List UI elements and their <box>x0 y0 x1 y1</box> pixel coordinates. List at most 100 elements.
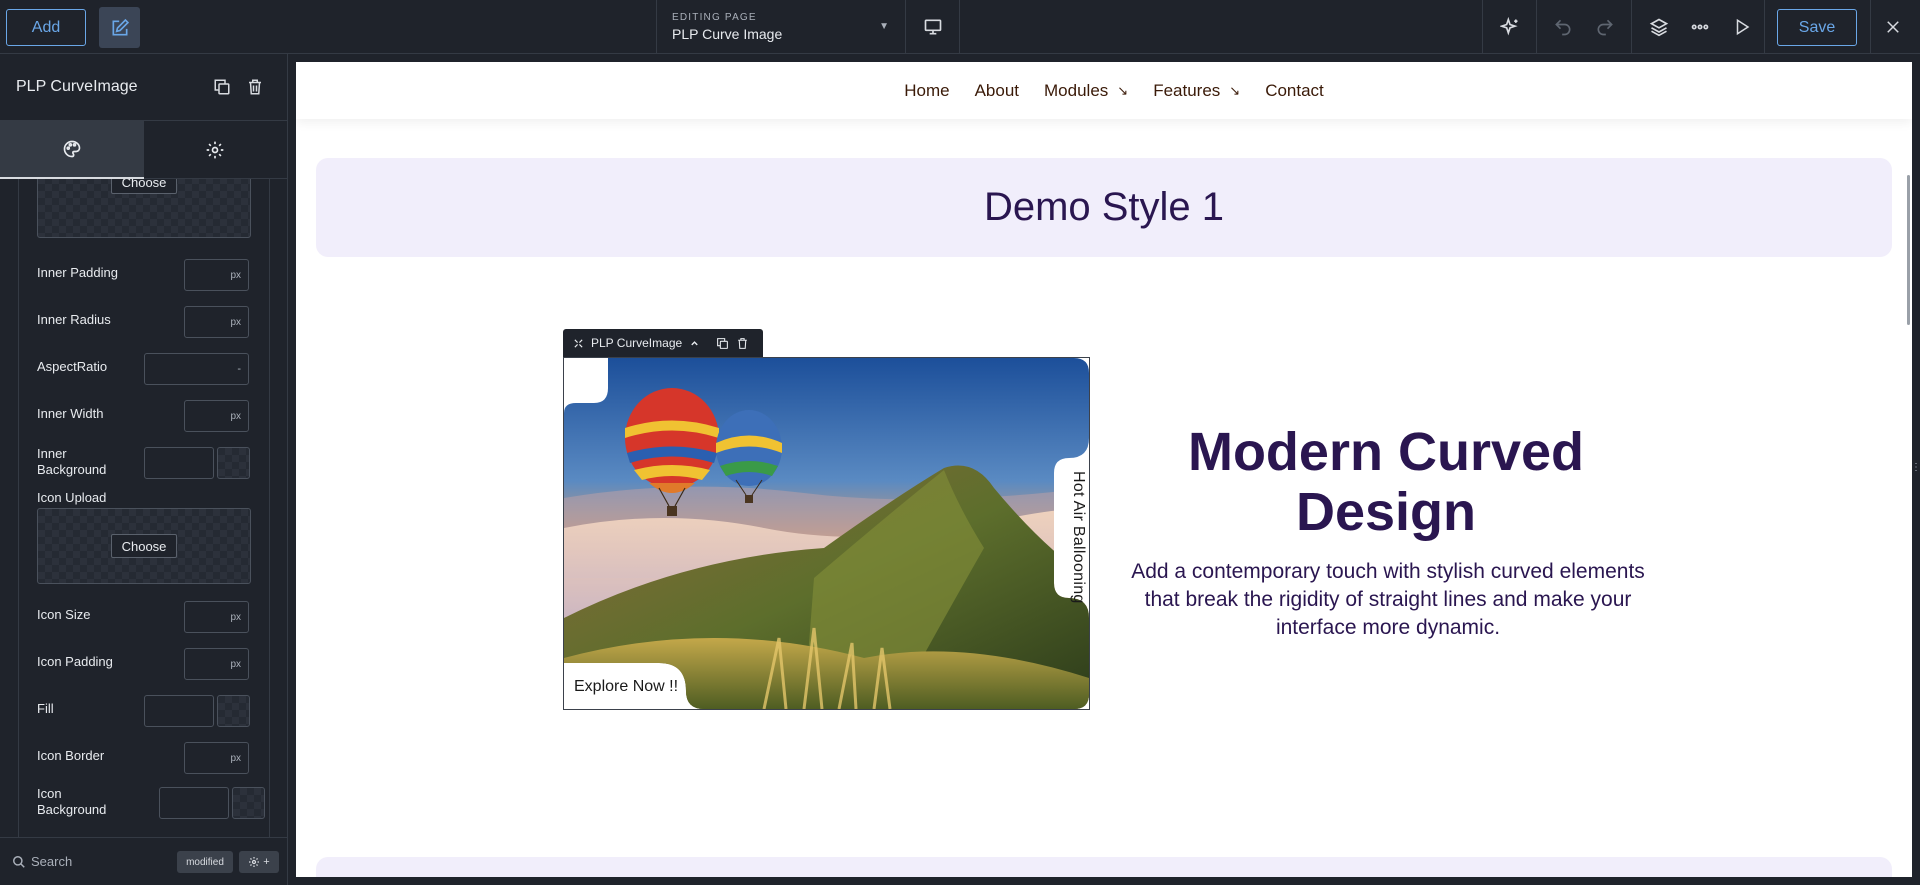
fill-swatch[interactable] <box>217 695 250 727</box>
icon-size-input[interactable]: px <box>184 601 249 633</box>
page-selector[interactable]: EDITING PAGE PLP Curve Image ▼ <box>656 0 906 54</box>
divider <box>1870 0 1871 54</box>
explore-cta[interactable]: Explore Now !! <box>574 678 678 695</box>
move-icon <box>574 338 583 348</box>
add-button[interactable]: Add <box>6 9 86 46</box>
close-editor-button[interactable] <box>1879 13 1907 41</box>
close-icon <box>1887 21 1899 33</box>
delete-button[interactable] <box>244 76 266 98</box>
settings-panel: PLP CurveImage Choose Inner Padding px I… <box>0 54 288 885</box>
icon-size-label: Icon Size <box>37 607 91 622</box>
panel-footer: Search modified + <box>0 837 288 885</box>
plus-icon: + <box>263 856 270 868</box>
duplicate-button[interactable] <box>211 76 233 98</box>
icon-background-label: Icon Background <box>37 786 107 817</box>
inner-padding-input[interactable]: px <box>184 259 249 291</box>
inner-radius-input[interactable]: px <box>184 306 249 338</box>
icon-background-swatch[interactable] <box>232 787 265 819</box>
inner-background-label: Inner Background <box>37 446 107 477</box>
panel-tabs <box>0 121 287 179</box>
choose-image-button[interactable]: Choose <box>111 179 177 194</box>
nav-item-features[interactable]: Features ↘ <box>1153 81 1240 101</box>
editing-page-value: PLP Curve Image <box>672 26 783 42</box>
resize-handle-icon[interactable]: ⋮ <box>1911 462 1920 478</box>
chevron-up-icon[interactable] <box>689 338 700 349</box>
editing-page-label: EDITING PAGE <box>672 12 757 23</box>
tab-settings[interactable] <box>144 121 288 179</box>
nav-item-modules[interactable]: Modules ↘ <box>1044 81 1128 101</box>
add-setting-button[interactable]: + <box>239 851 279 873</box>
nav-label: Contact <box>1265 80 1324 100</box>
inner-background-swatch[interactable] <box>217 447 250 479</box>
selected-block-toolbar[interactable]: PLP CurveImage <box>563 329 763 357</box>
sparkle-icon <box>1500 17 1518 36</box>
divider <box>1482 0 1483 54</box>
demo-title: Demo Style 1 <box>983 185 1225 229</box>
nav-label: About <box>974 80 1020 100</box>
page-canvas[interactable]: Home About Modules ↘ Features ↘ Contact De… <box>296 62 1912 877</box>
inner-width-input[interactable]: px <box>184 400 249 432</box>
palette-icon <box>63 140 81 158</box>
nav-item-home[interactable]: Home <box>904 81 949 101</box>
layers-button[interactable] <box>1645 13 1673 41</box>
selected-block-label: PLP CurveImage <box>591 336 683 350</box>
icon-border-label: Icon Border <box>37 748 105 763</box>
icon-padding-input[interactable]: px <box>184 648 249 680</box>
canvas-scrollbar[interactable] <box>1907 175 1910 325</box>
curve-image-graphic: Hot Air Ballooning Explore Now !! <box>564 358 1089 709</box>
icon-upload-box[interactable]: Choose <box>37 508 251 584</box>
divider <box>1631 0 1632 54</box>
fill-input[interactable] <box>144 695 214 727</box>
device-toggle-button[interactable] <box>906 0 960 54</box>
demo-style-banner-2 <box>316 857 1892 877</box>
icon-border-input[interactable]: px <box>184 742 249 774</box>
icon-padding-label: Icon Padding <box>37 654 113 669</box>
tab-style[interactable] <box>0 121 144 179</box>
inner-width-label: Inner Width <box>37 406 104 421</box>
ai-sparkle-button[interactable] <box>1496 13 1524 41</box>
desktop-icon <box>924 19 941 35</box>
more-options-button[interactable] <box>1686 13 1714 41</box>
panel-header: PLP CurveImage <box>0 54 287 121</box>
trash-icon <box>249 79 261 95</box>
choose-icon-button[interactable]: Choose <box>111 534 177 558</box>
arrow-down-right-icon: ↘ <box>1117 82 1129 98</box>
undo-icon <box>1555 19 1571 36</box>
search-input[interactable]: Search <box>31 854 72 869</box>
nav-item-about[interactable]: About <box>975 81 1019 101</box>
search-icon <box>13 856 25 868</box>
save-button[interactable]: Save <box>1777 9 1857 46</box>
site-navigation: Home About Modules ↘ Features ↘ Contact <box>296 62 1912 119</box>
inner-background-input[interactable] <box>144 447 214 479</box>
copy-icon <box>214 79 230 95</box>
aspect-ratio-label: AspectRatio <box>37 359 108 374</box>
icon-background-input[interactable] <box>159 787 229 819</box>
side-label: Hot Air Ballooning <box>1070 471 1087 604</box>
redo-button[interactable] <box>1591 13 1619 41</box>
image-upload-box[interactable]: Choose <box>37 179 251 238</box>
hero-title: Modern Curved Design <box>1187 422 1585 542</box>
panel-title: PLP CurveImage <box>16 78 138 95</box>
layers-icon <box>1649 18 1669 37</box>
copy-icon[interactable] <box>716 337 729 350</box>
undo-button[interactable] <box>1549 13 1577 41</box>
redo-icon <box>1597 19 1613 36</box>
fill-label: Fill <box>37 701 54 716</box>
trash-icon[interactable] <box>736 337 749 350</box>
nav-item-contact[interactable]: Contact <box>1265 81 1324 101</box>
modified-filter-badge[interactable]: modified <box>177 851 233 873</box>
top-bar: Add EDITING PAGE PLP Curve Image ▼ Save <box>0 0 1920 54</box>
inner-padding-label: Inner Padding <box>37 265 118 280</box>
divider <box>1764 0 1765 54</box>
play-icon <box>1736 18 1750 36</box>
hero-description: Add a contemporary touch with stylish cu… <box>1131 560 1645 639</box>
gear-icon <box>249 857 260 867</box>
edit-mode-button[interactable] <box>99 7 140 48</box>
aspect-ratio-select[interactable]: - <box>144 353 249 385</box>
caret-down-icon: ▼ <box>879 21 889 32</box>
divider <box>1536 0 1537 54</box>
curve-image-block[interactable]: Hot Air Ballooning Explore Now !! <box>563 357 1090 710</box>
panel-scroll-area[interactable]: Choose Inner Padding px Inner Radius px … <box>18 179 270 837</box>
preview-button[interactable] <box>1728 13 1756 41</box>
nav-label: Home <box>904 80 950 100</box>
